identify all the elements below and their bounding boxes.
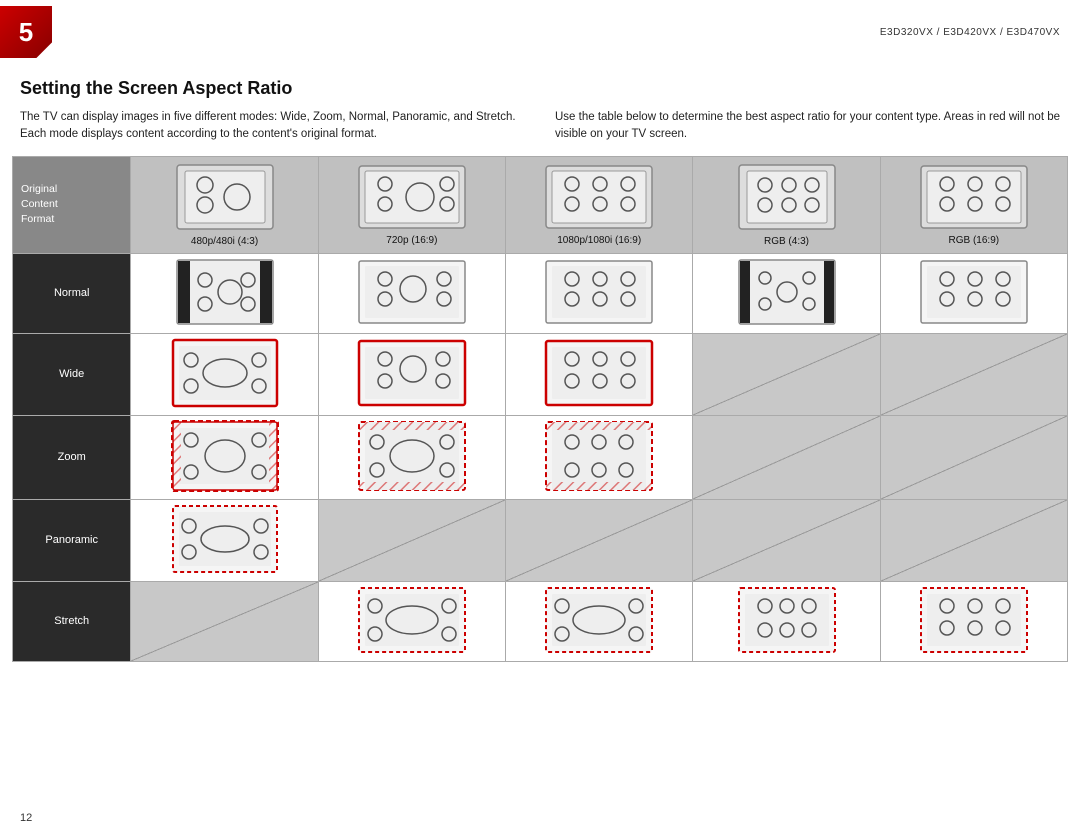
page-header: 5 E3D320VX / E3D420VX / E3D470VX <box>0 0 1080 64</box>
model-number: E3D320VX / E3D420VX / E3D470VX <box>880 27 1060 38</box>
cell-panoramic-1080 <box>506 499 693 581</box>
row-label-wide: Wide <box>13 333 131 415</box>
col-label-480: 480p/480i (4:3) <box>135 236 313 247</box>
table-row-zoom: Zoom <box>13 415 1068 499</box>
col-label-rgb169: RGB (16:9) <box>885 235 1063 246</box>
cell-stretch-720 <box>318 581 505 661</box>
cell-zoom-rgb43 <box>693 415 880 499</box>
page-number: 12 <box>20 812 32 824</box>
cell-normal-rgb169 <box>880 253 1067 333</box>
cell-normal-720 <box>318 253 505 333</box>
cell-wide-rgb169 <box>880 333 1067 415</box>
cell-normal-480 <box>131 253 318 333</box>
table-row-wide: Wide <box>13 333 1068 415</box>
col-label-720: 720p (16:9) <box>323 235 501 246</box>
header-tv-rgb169 <box>919 164 1029 230</box>
cell-panoramic-480 <box>131 499 318 581</box>
row-label-zoom: Zoom <box>13 415 131 499</box>
cell-wide-1080 <box>506 333 693 415</box>
col-label-rgb43: RGB (4:3) <box>697 236 875 247</box>
cell-panoramic-rgb169 <box>880 499 1067 581</box>
table-row-stretch: Stretch <box>13 581 1068 661</box>
row-label-stretch: Stretch <box>13 581 131 661</box>
cell-stretch-1080 <box>506 581 693 661</box>
cell-normal-rgb43 <box>693 253 880 333</box>
original-content-format-label: Original Content Format <box>13 156 131 253</box>
cell-wide-720 <box>318 333 505 415</box>
aspect-ratio-table: Original Content Format <box>12 156 1068 662</box>
col-header-480: 480p/480i (4:3) <box>131 156 318 253</box>
header-tv-1080 <box>544 164 654 230</box>
cell-zoom-rgb169 <box>880 415 1067 499</box>
cell-zoom-480 <box>131 415 318 499</box>
cell-panoramic-rgb43 <box>693 499 880 581</box>
cell-stretch-rgb43 <box>693 581 880 661</box>
cell-panoramic-720 <box>318 499 505 581</box>
cell-wide-rgb43 <box>693 333 880 415</box>
col-label-1080: 1080p/1080i (16:9) <box>510 235 688 246</box>
table-row-normal: Normal <box>13 253 1068 333</box>
header-tv-480 <box>175 163 275 231</box>
col-header-1080: 1080p/1080i (16:9) <box>506 156 693 253</box>
table-row-panoramic: Panoramic <box>13 499 1068 581</box>
cell-stretch-rgb169 <box>880 581 1067 661</box>
cell-wide-480 <box>131 333 318 415</box>
row-label-panoramic: Panoramic <box>13 499 131 581</box>
aspect-table-wrapper: Original Content Format <box>0 156 1080 674</box>
cell-zoom-1080 <box>506 415 693 499</box>
row-label-normal: Normal <box>13 253 131 333</box>
description-left: The TV can display images in five differ… <box>20 109 525 144</box>
description-right: Use the table below to determine the bes… <box>555 109 1060 144</box>
header-tv-rgb43 <box>737 163 837 231</box>
table-header-row: Original Content Format <box>13 156 1068 253</box>
page-title: Setting the Screen Aspect Ratio <box>0 64 1080 109</box>
col-header-rgb43: RGB (4:3) <box>693 156 880 253</box>
cell-stretch-480 <box>131 581 318 661</box>
description-row: The TV can display images in five differ… <box>0 109 1080 156</box>
col-header-720: 720p (16:9) <box>318 156 505 253</box>
cell-zoom-720 <box>318 415 505 499</box>
header-tv-720 <box>357 164 467 230</box>
col-header-rgb169: RGB (16:9) <box>880 156 1067 253</box>
cell-normal-1080 <box>506 253 693 333</box>
chapter-badge: 5 <box>0 6 52 58</box>
